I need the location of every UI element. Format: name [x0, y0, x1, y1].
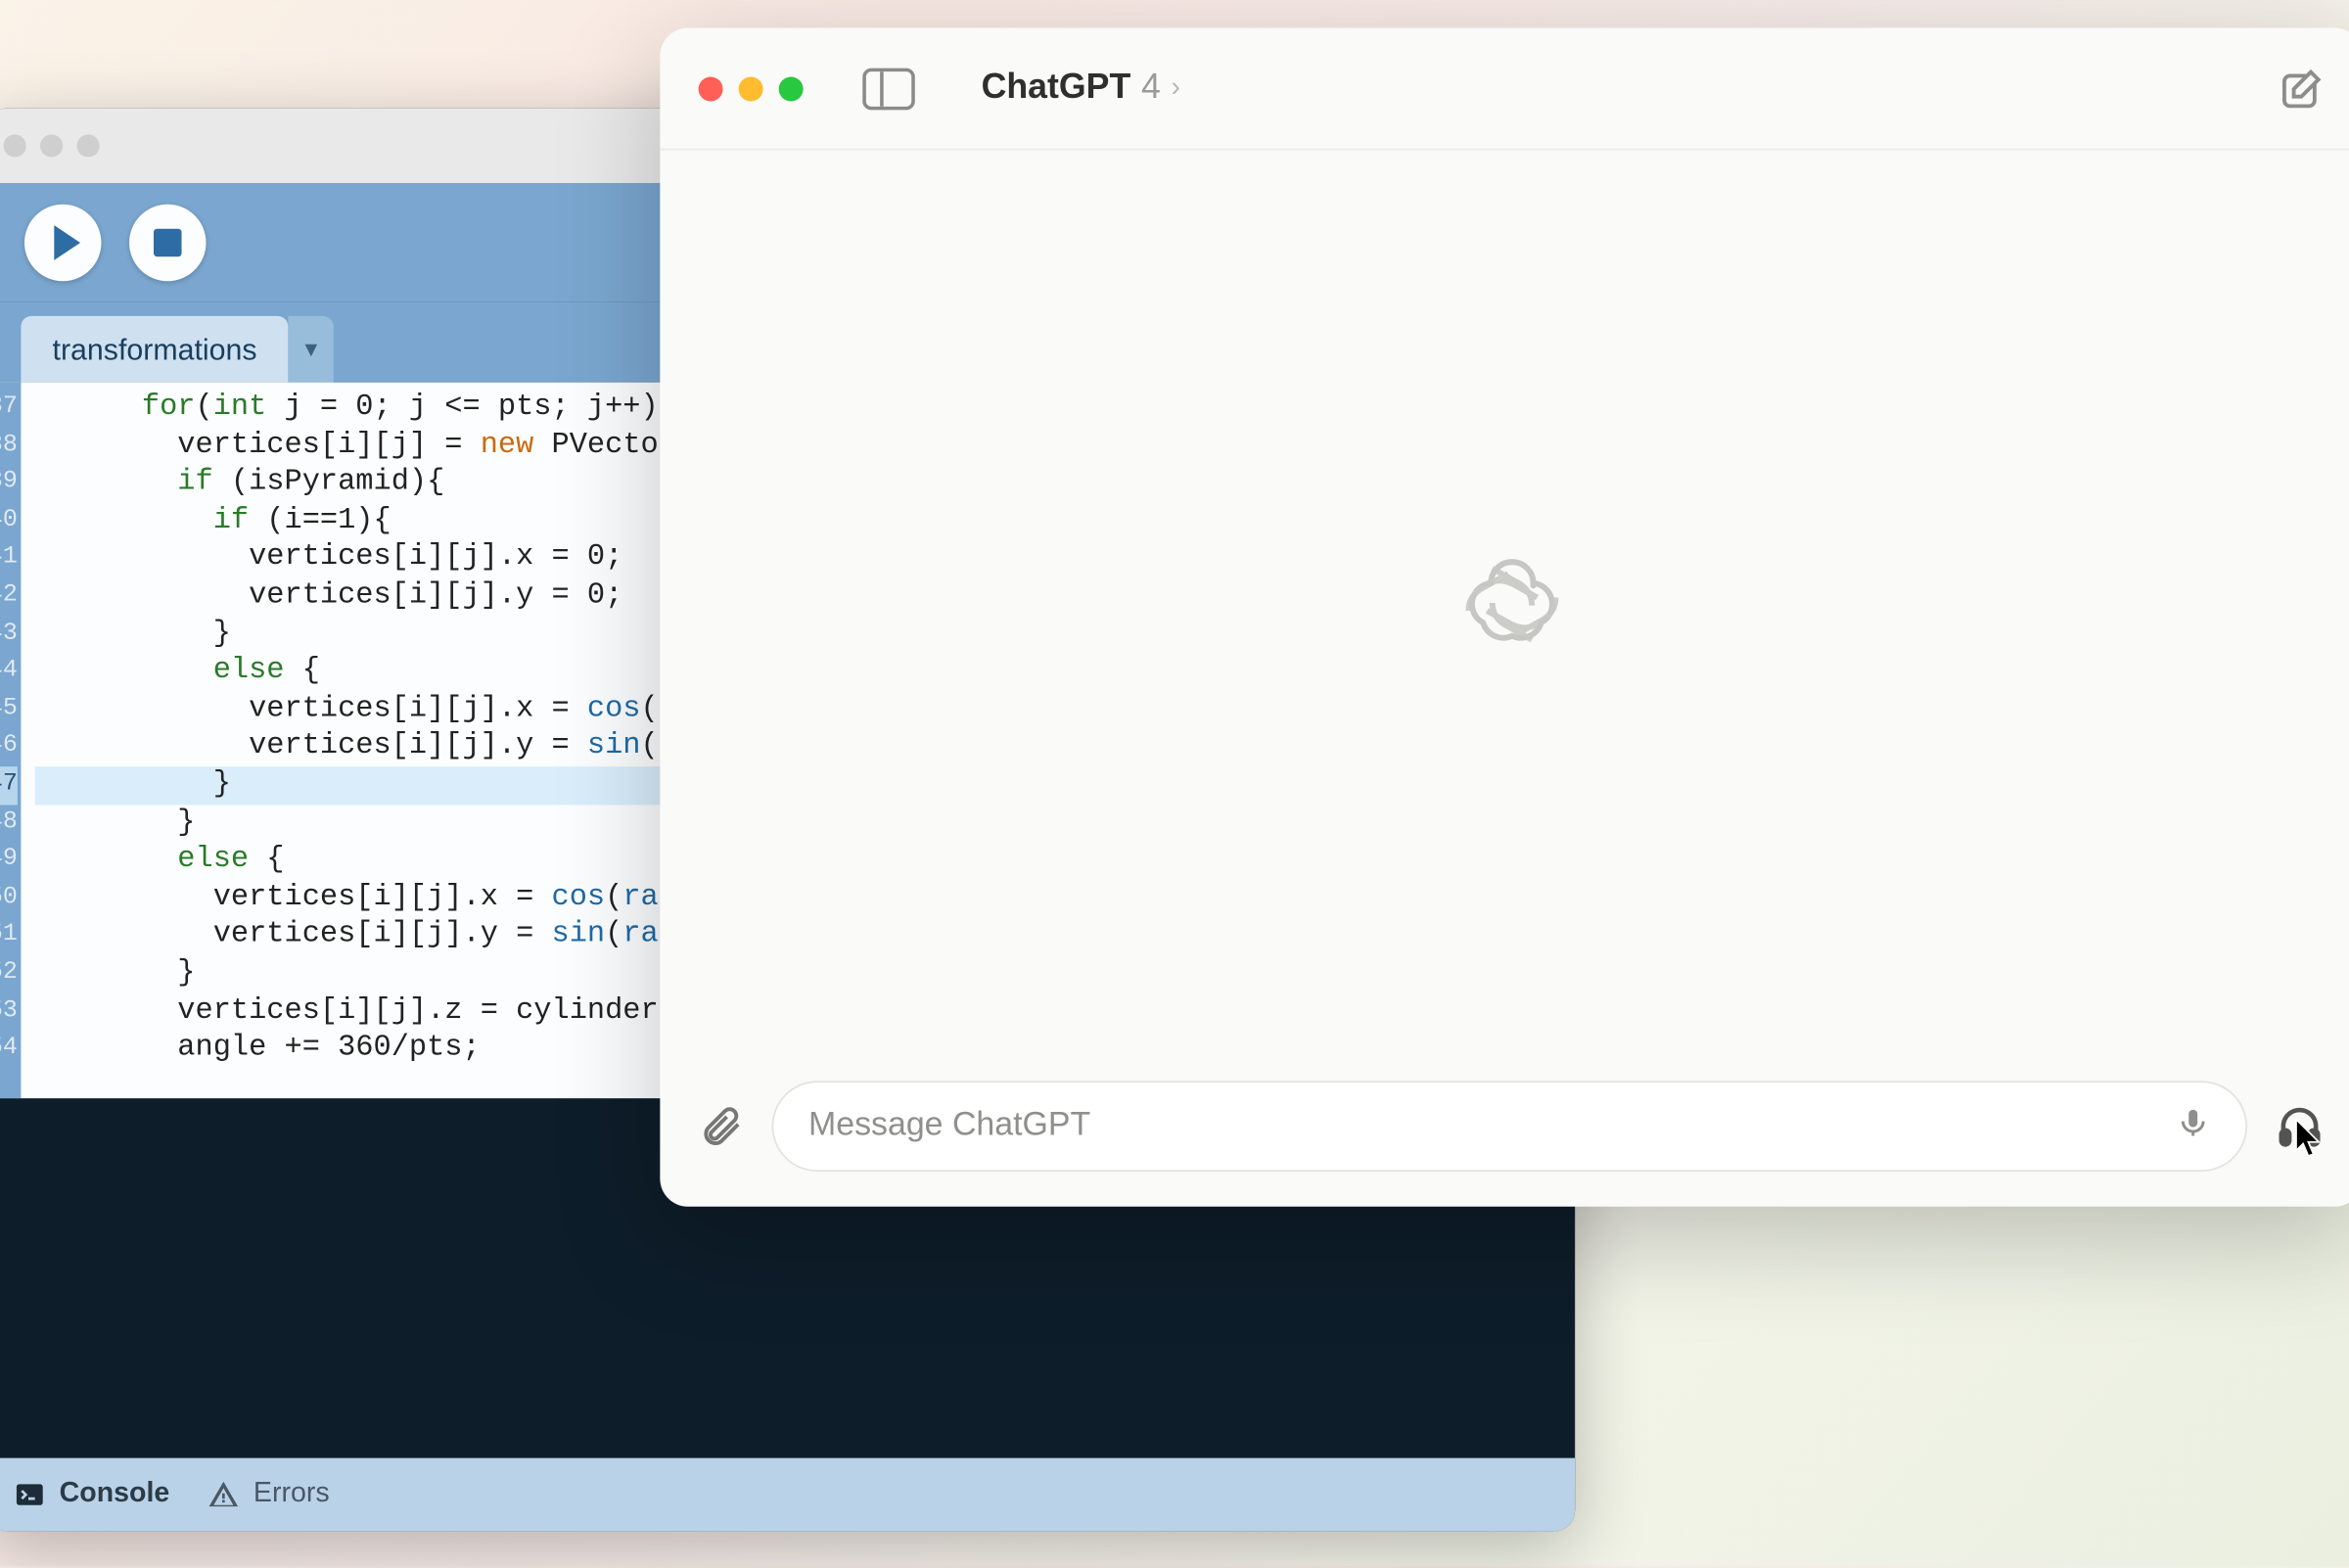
message-input-pill[interactable] [772, 1081, 2247, 1172]
chat-model-selector[interactable]: ChatGPT 4 › [982, 69, 1180, 109]
stop-icon [154, 229, 182, 257]
chat-empty-state [660, 150, 2349, 1056]
chat-model-name: 4 [1141, 69, 1161, 109]
errors-tab-label: Errors [253, 1479, 330, 1510]
chat-titlebar: ChatGPT 4 › [660, 28, 2349, 151]
zoom-button[interactable] [779, 76, 804, 101]
ide-min-dot[interactable] [40, 134, 63, 157]
minimize-button[interactable] [739, 76, 763, 101]
line-gutter: 373839404142434445464748495051525354 [0, 383, 21, 1098]
chatgpt-window: ChatGPT 4 › [660, 28, 2349, 1207]
ide-tab-dropdown[interactable]: ▼ [289, 316, 334, 383]
new-chat-button[interactable] [2279, 66, 2324, 111]
dictate-icon[interactable] [2176, 1105, 2211, 1147]
message-input[interactable] [808, 1107, 2151, 1145]
console-tab-label: Console [60, 1479, 170, 1510]
openai-logo-icon [1457, 549, 1566, 658]
console-tab[interactable]: Console [14, 1479, 169, 1510]
errors-tab[interactable]: Errors [208, 1479, 330, 1510]
terminal-icon [14, 1479, 45, 1510]
chat-app-name: ChatGPT [982, 69, 1131, 109]
ide-zoom-dot[interactable] [76, 134, 99, 157]
warning-icon [208, 1479, 240, 1510]
voice-mode-button[interactable] [2276, 1102, 2325, 1151]
stop-button[interactable] [129, 205, 206, 281]
ide-bottombar: Console Errors [0, 1458, 1575, 1532]
chat-input-bar [660, 1056, 2349, 1206]
attach-button[interactable] [699, 1103, 744, 1148]
play-icon [53, 225, 79, 260]
window-traffic-lights [699, 76, 804, 101]
ide-tab-transformations[interactable]: transformations [21, 316, 288, 383]
chevron-right-icon: › [1172, 72, 1181, 104]
run-button[interactable] [24, 205, 101, 281]
sidebar-toggle-icon[interactable] [862, 68, 915, 110]
close-button[interactable] [699, 76, 723, 101]
ide-close-dot[interactable] [4, 134, 26, 157]
